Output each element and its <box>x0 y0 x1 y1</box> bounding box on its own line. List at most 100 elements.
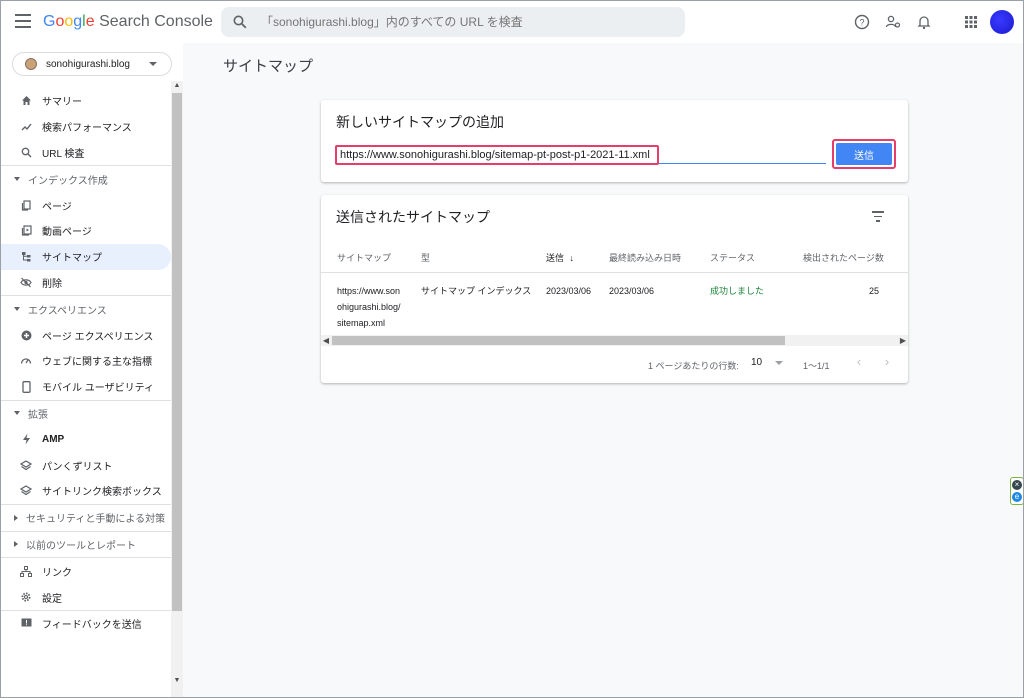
search-icon <box>20 146 32 158</box>
feedback-icon <box>20 618 32 630</box>
sidebar-item-settings[interactable]: 設定 <box>1 584 171 610</box>
cell-type: サイトマップ インデックス <box>421 286 532 296</box>
extension-icon[interactable]: e <box>1012 492 1022 502</box>
scrollbar-thumb[interactable] <box>332 336 785 345</box>
pagination-range: 1〜1/1 <box>803 361 830 371</box>
section-label: 拡張 <box>28 409 48 421</box>
scroll-down-arrow-icon[interactable]: ▼ <box>173 677 181 685</box>
sidebar-item-url-inspection[interactable]: URL 検査 <box>1 140 171 166</box>
section-experience[interactable]: エクスペリエンス <box>1 296 171 322</box>
search-input[interactable] <box>261 14 661 30</box>
cell-sitemap-url[interactable]: https://www.son ohigurashi.blog/ sitemap… <box>337 283 401 331</box>
layers-icon <box>20 459 32 471</box>
sidebar-item-feedback[interactable]: フィードバックを送信 <box>1 611 171 637</box>
column-header-pages-found[interactable]: 検出されたページ数 <box>803 251 884 264</box>
sidebar-item-label: 動画ページ <box>42 227 92 239</box>
rows-per-page-select[interactable]: 10 <box>751 355 783 371</box>
sitemap-url-field <box>335 145 826 165</box>
sidebar-item-amp[interactable]: AMP <box>1 426 171 452</box>
sort-arrow-icon: ↓ <box>569 253 575 263</box>
product-name: Search Console <box>99 13 213 30</box>
sitemap-url-input[interactable] <box>335 145 659 165</box>
section-label: セキュリティと手動による対策 <box>26 514 166 526</box>
sidebar-item-removals[interactable]: 削除 <box>1 270 171 296</box>
sidebar-nav: サマリー 検索パフォーマンス URL 検査 インデックス作成 ページ 動画ページ… <box>1 88 171 637</box>
menu-icon[interactable] <box>15 14 31 28</box>
sidebar-item-sitelinks-searchbox[interactable]: サイトリンク検索ボックス <box>1 478 171 504</box>
section-enhancements[interactable]: 拡張 <box>1 401 171 427</box>
trending-up-icon <box>20 121 32 133</box>
sidebar-item-summary[interactable]: サマリー <box>1 88 171 114</box>
submitted-sitemaps-card: 送信されたサイトマップ サイトマップ 型 送信 ↓ 最終読み込み日時 ステータス… <box>321 195 908 383</box>
rows-per-page-label: 1 ページあたりの行数: <box>648 361 739 371</box>
cell-submitted: 2023/03/06 <box>546 286 592 296</box>
notifications-icon[interactable] <box>915 13 933 31</box>
next-page-button[interactable]: › <box>879 354 895 370</box>
submit-button[interactable]: 送信 <box>836 143 892 165</box>
submitted-sitemaps-title: 送信されたサイトマップ <box>336 209 490 225</box>
sidebar-item-mobile-usability[interactable]: モバイル ユーザビリティ <box>1 374 171 400</box>
sidebar-item-label: サマリー <box>42 97 82 109</box>
sidebar-item-label: サイトマップ <box>42 253 102 265</box>
property-selector[interactable]: sonohigurashi.blog <box>12 52 172 76</box>
filter-icon[interactable] <box>871 211 885 223</box>
sidebar-item-sitemaps[interactable]: サイトマップ <box>1 243 171 270</box>
expanded-arrow-icon <box>14 177 20 182</box>
scrollbar-thumb[interactable] <box>172 93 182 611</box>
column-header-submitted[interactable]: 送信 ↓ <box>546 251 574 264</box>
add-sitemap-card: 新しいサイトマップの追加 送信 <box>321 100 908 182</box>
add-sitemap-title: 新しいサイトマップの追加 <box>336 114 504 130</box>
close-icon[interactable]: × <box>1012 480 1022 490</box>
sidebar: sonohigurashi.blog サマリー 検索パフォーマンス URL 検査… <box>1 43 183 697</box>
phone-icon <box>20 380 32 393</box>
help-icon[interactable]: ? <box>853 13 871 31</box>
column-header-type[interactable]: 型 <box>421 251 430 264</box>
sidebar-item-video-pages[interactable]: 動画ページ <box>1 218 171 244</box>
sidebar-scrollbar[interactable]: ▲ ▼ <box>171 81 183 697</box>
account-avatar[interactable] <box>990 10 1014 34</box>
url-inspection-search[interactable] <box>221 7 685 37</box>
sidebar-item-label: URL 検査 <box>42 148 85 160</box>
collapsed-arrow-icon <box>14 541 18 548</box>
sidebar-item-pages[interactable]: ページ <box>1 192 171 218</box>
scroll-up-arrow-icon[interactable]: ▲ <box>173 82 181 90</box>
section-security[interactable]: セキュリティと手動による対策 <box>1 505 171 531</box>
column-header-sitemap[interactable]: サイトマップ <box>337 251 391 264</box>
app-logo[interactable]: Google Search Console <box>43 13 213 31</box>
section-index[interactable]: インデックス作成 <box>1 166 171 192</box>
apps-grid-icon[interactable] <box>962 13 980 31</box>
rows-per-page-value: 10 <box>751 357 763 368</box>
top-header: Google Search Console ? <box>1 1 1023 43</box>
sitemap-icon <box>20 251 32 263</box>
scroll-right-arrow-icon[interactable]: ▶ <box>899 336 907 345</box>
table-horizontal-scrollbar[interactable]: ◀ ▶ <box>321 335 908 346</box>
sidebar-item-page-experience[interactable]: ページ エクスペリエンス <box>1 322 171 348</box>
video-page-icon <box>20 225 32 237</box>
pages-icon <box>20 199 32 211</box>
cell-last-read: 2023/03/06 <box>609 286 655 296</box>
sidebar-item-label: ページ エクスペリエンス <box>42 331 154 343</box>
app-window: Google Search Console ? sonohigurashi.bl… <box>0 0 1024 698</box>
column-header-status[interactable]: ステータス <box>710 251 755 264</box>
sidebar-item-breadcrumbs[interactable]: パンくずリスト <box>1 452 171 478</box>
section-legacy[interactable]: 以前のツールとレポート <box>1 532 171 558</box>
sidebar-item-label: ページ <box>42 201 72 213</box>
sidebar-item-performance[interactable]: 検索パフォーマンス <box>1 114 171 140</box>
sidebar-item-label: モバイル ユーザビリティ <box>42 383 154 395</box>
caret-down-icon <box>149 62 157 66</box>
home-icon <box>20 95 32 107</box>
column-header-last-read[interactable]: 最終読み込み日時 <box>609 251 681 264</box>
property-name: sonohigurashi.blog <box>46 58 130 70</box>
header-divider <box>321 272 908 273</box>
sidebar-item-label: サイトリンク検索ボックス <box>42 487 162 499</box>
browser-extension-widget[interactable]: × e <box>1010 477 1023 505</box>
sidebar-item-links[interactable]: リンク <box>1 558 171 584</box>
collapsed-arrow-icon <box>14 514 18 521</box>
prev-page-button[interactable]: ‹ <box>851 354 867 370</box>
gear-icon <box>20 591 32 603</box>
sidebar-item-label: ウェブに関する主な指標 <box>42 357 152 369</box>
manage-users-icon[interactable] <box>884 13 902 31</box>
scroll-left-arrow-icon[interactable]: ◀ <box>322 336 330 345</box>
sidebar-item-core-web-vitals[interactable]: ウェブに関する主な指標 <box>1 348 171 374</box>
cell-status: 成功しました <box>710 286 765 296</box>
